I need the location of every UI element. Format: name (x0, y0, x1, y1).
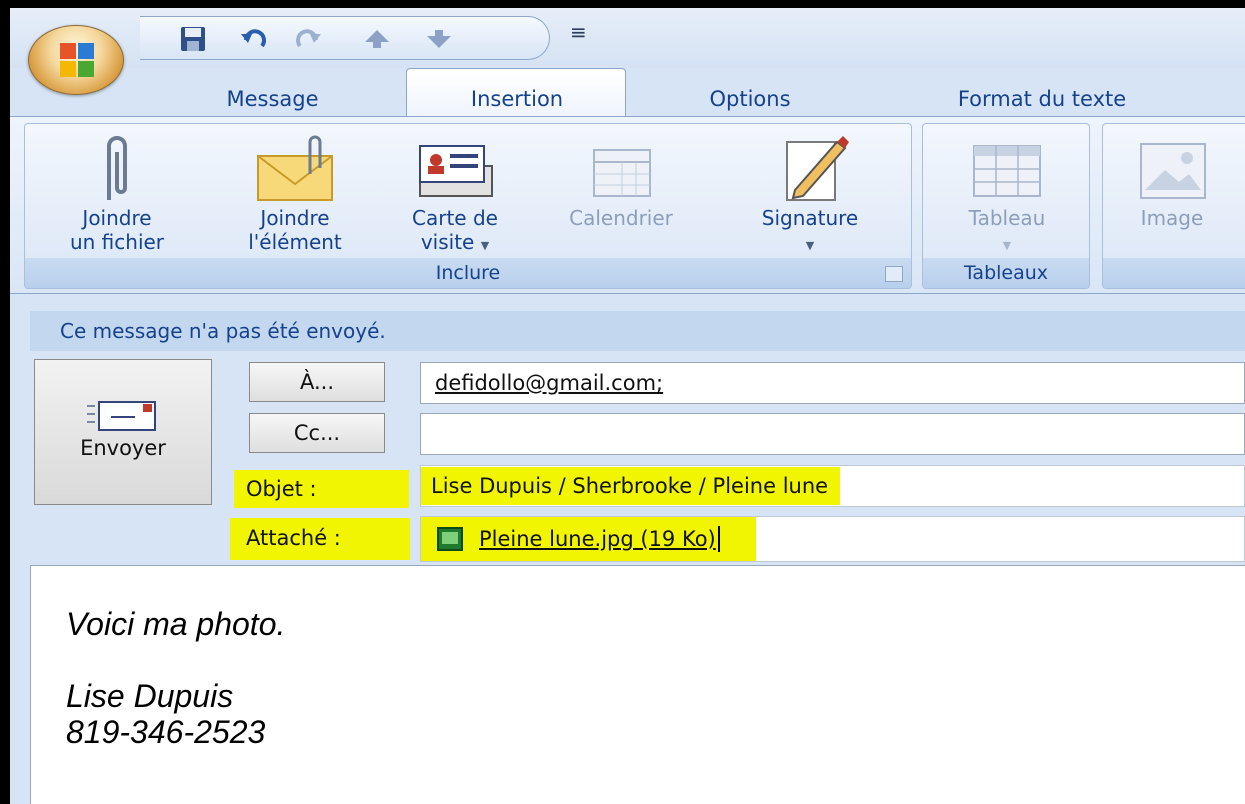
group-inclure: Joindre un fichier Joindre l'élément Car… (24, 123, 912, 289)
carte-de-visite-button[interactable]: Carte de visite ▼ (380, 132, 530, 258)
outlook-compose-window: ≡ Message Insertion Options Format du te… (10, 8, 1245, 804)
send-label: Envoyer (80, 436, 166, 460)
body-line: Voici ma photo. (66, 606, 286, 642)
quick-access-toolbar (140, 16, 550, 60)
subject-label: Objet : (246, 477, 317, 501)
joindre-fichier-button[interactable]: Joindre un fichier (47, 132, 187, 254)
attach-field[interactable]: Pleine lune.jpg (19 Ko) (420, 516, 1245, 562)
send-button[interactable]: Envoyer (34, 359, 212, 505)
envelope-attach-icon (257, 135, 333, 201)
image-file-icon (437, 527, 463, 551)
attach-label: Attaché : (246, 526, 341, 550)
group-label-tableaux: Tableaux (923, 258, 1089, 288)
undo-icon[interactable] (238, 23, 272, 55)
tableau-button: Tableau ▼ (927, 132, 1087, 258)
cc-field[interactable] (420, 413, 1245, 455)
joindre-element-button[interactable]: Joindre l'élément (225, 132, 365, 254)
save-icon[interactable] (176, 23, 210, 55)
ribbon: Joindre un fichier Joindre l'élément Car… (10, 116, 1245, 294)
down-arrow-icon[interactable] (422, 23, 456, 55)
group-illustrations: Image (1102, 123, 1245, 289)
signature-button[interactable]: Signature ▼ (725, 132, 895, 258)
body-line: 819-346-2523 (66, 714, 266, 750)
tab-insertion[interactable]: Insertion (412, 81, 622, 117)
table-icon (973, 145, 1041, 197)
group-label-illustrations (1103, 258, 1245, 288)
send-envelope-icon (87, 401, 156, 431)
paperclip-icon (107, 136, 127, 200)
group-label-inclure: Inclure (25, 258, 911, 288)
message-body[interactable]: Voici ma photo. Lise Dupuis 819-346-2523 (30, 565, 1245, 804)
redo-icon (290, 23, 324, 55)
customize-toolbar-icon[interactable]: ≡ (570, 22, 590, 48)
signature-icon (786, 136, 849, 201)
tab-format-du-texte[interactable]: Format du texte (902, 81, 1182, 117)
text-cursor (717, 526, 720, 552)
subject-value: Lise Dupuis / Sherbrooke / Pleine lune (421, 467, 841, 505)
calendrier-button: Calendrier (533, 132, 709, 230)
to-button[interactable]: À... (249, 362, 385, 402)
dialog-launcher-icon[interactable] (885, 266, 903, 282)
image-icon (1140, 143, 1206, 199)
cc-button[interactable]: Cc... (249, 413, 385, 453)
dropdown-arrow-icon: ▼ (1002, 239, 1012, 252)
office-button[interactable] (28, 25, 124, 95)
dropdown-arrow-icon: ▼ (805, 239, 815, 252)
subject-field[interactable]: Lise Dupuis / Sherbrooke / Pleine lune (420, 465, 1245, 507)
dropdown-arrow-icon: ▼ (480, 239, 490, 252)
title-bar: ≡ (10, 8, 1245, 68)
office-logo-icon (60, 43, 94, 77)
image-button: Image (1107, 132, 1237, 230)
group-tableaux: Tableau ▼ Tableaux (922, 123, 1090, 289)
up-arrow-icon[interactable] (360, 23, 394, 55)
to-field[interactable]: defidollo@gmail.com; (420, 362, 1245, 404)
tab-options[interactable]: Options (670, 81, 830, 117)
attachment-item[interactable]: Pleine lune.jpg (19 Ko) (421, 517, 756, 561)
info-bar: Ce message n'a pas été envoyé. (30, 311, 1245, 351)
calendar-icon (593, 149, 651, 197)
attachment-filename: Pleine lune.jpg (19 Ko) (479, 527, 716, 551)
business-card-icon (419, 145, 493, 197)
body-line: Lise Dupuis (66, 678, 234, 714)
tab-message[interactable]: Message (200, 81, 345, 117)
